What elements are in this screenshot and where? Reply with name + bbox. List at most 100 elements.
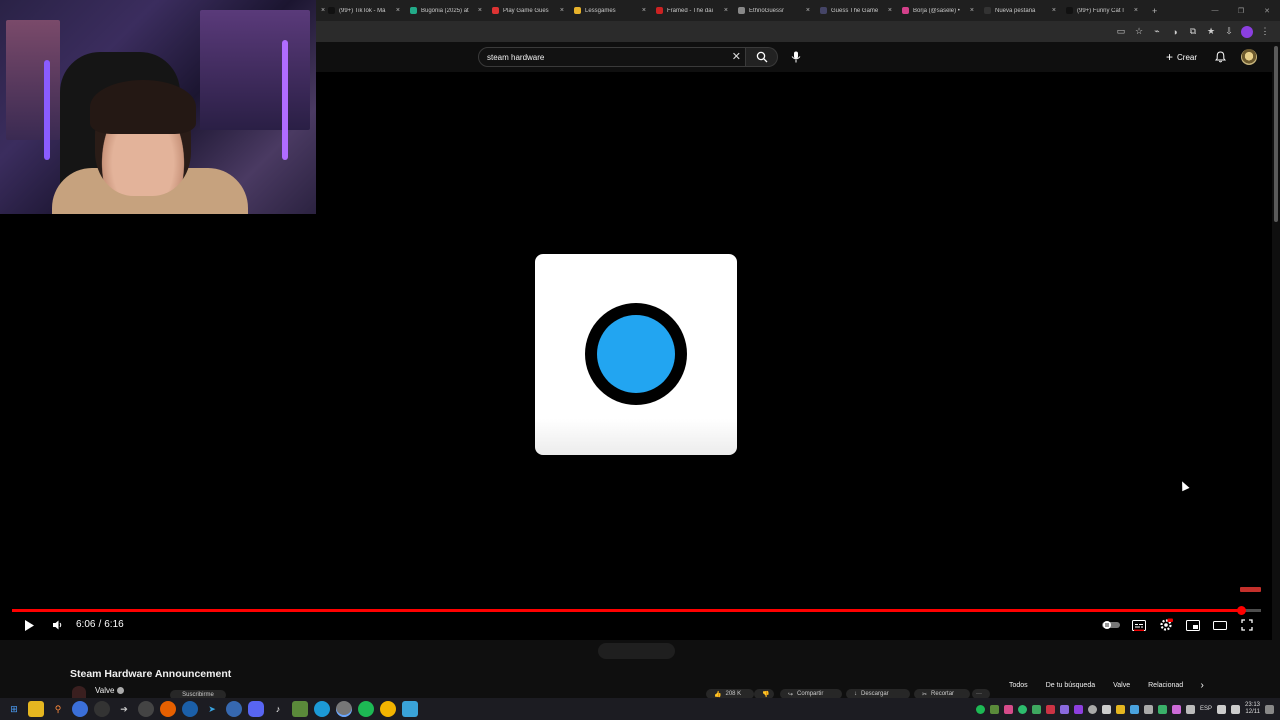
obs-icon[interactable] [138,701,154,717]
autoplay-toggle[interactable] [1100,616,1122,634]
tray-app-icon[interactable] [1003,704,1013,714]
wifi-icon[interactable] [1216,704,1226,714]
tray-app-icon[interactable] [1073,704,1083,714]
search-app-icon[interactable]: ⚲ [50,701,66,717]
puzzle-icon[interactable]: ⧉ [1186,25,1200,39]
tiktok-icon[interactable]: ♪ [270,701,286,717]
tab-close-icon[interactable]: × [888,7,892,14]
browser-tab[interactable]: Guess The Game × [816,0,898,21]
chrome-icon[interactable] [336,701,352,717]
browser-tab[interactable]: (99+) TikTok - Ma × [324,0,406,21]
cast-icon[interactable]: ▭ [1114,25,1128,39]
close-window-icon[interactable]: ✕ [1254,7,1280,15]
minecraft-icon[interactable] [292,701,308,717]
browser-tab[interactable]: Play Game Gues × [488,0,570,21]
notifications-tray-icon[interactable] [1265,704,1274,714]
search-button[interactable] [746,47,778,67]
file-explorer-icon[interactable] [28,701,44,717]
chevron-right-icon[interactable]: › [1195,678,1209,692]
bookmark-icon[interactable]: ★ [1204,25,1218,39]
miniplayer-button[interactable] [1184,616,1202,634]
tab-close-icon[interactable]: × [642,7,646,14]
taskbar-clock[interactable]: 23:13 12/11 [1245,702,1260,716]
tray-app-icon[interactable] [1157,704,1167,714]
browser-tab[interactable]: Framed - The dai × [652,0,734,21]
chrome-alt-icon[interactable] [380,701,396,717]
arrow-app-icon[interactable]: ➔ [116,701,132,717]
tab-close-icon[interactable]: × [560,7,564,14]
tab-close-icon[interactable]: × [1134,7,1138,14]
browser-tab[interactable]: Bugonia (2025) at × [406,0,488,21]
tab-close-icon[interactable]: × [724,7,728,14]
tray-app-icon[interactable] [1129,704,1139,714]
minimize-icon[interactable]: — [1202,7,1228,14]
tab-close-icon[interactable]: × [806,7,810,14]
tray-app-icon[interactable] [1115,704,1125,714]
link-icon[interactable]: ⌁ [1150,25,1164,39]
discord-icon[interactable] [248,701,264,717]
tab-close-icon[interactable]: × [396,7,400,14]
vpn-app-icon[interactable] [72,701,88,717]
mute-button[interactable] [49,616,67,634]
new-tab-button[interactable]: + [1152,6,1157,16]
tray-spotify-icon[interactable] [975,704,985,714]
tray-app-icon[interactable] [1171,704,1181,714]
tray-app-icon[interactable] [1059,704,1069,714]
search-input[interactable]: steam hardware ✕ [478,47,746,67]
browser-tab[interactable]: EthnoGuessr × [734,0,816,21]
tab-close-icon[interactable]: × [478,7,482,14]
account-avatar[interactable] [1241,49,1257,65]
browser-tab[interactable]: Nueva pestaña × [980,0,1062,21]
play-button[interactable] [20,616,38,634]
clear-search-icon[interactable]: ✕ [732,50,741,63]
edge-icon[interactable] [314,701,330,717]
logo-ring [585,303,687,405]
volume-tray-icon[interactable] [1230,704,1240,714]
scrollbar-thumb[interactable] [1274,46,1278,222]
maximize-icon[interactable]: ❐ [1228,7,1254,15]
steam-icon[interactable] [182,701,198,717]
chip-relacionados[interactable]: Relacionad [1142,678,1189,693]
firefox-icon[interactable] [160,701,176,717]
profile-icon[interactable] [1240,25,1254,39]
channel-avatar[interactable] [72,686,86,698]
browser-tab[interactable]: (99+) Funny Cat I × [1062,0,1144,21]
tray-app-icon[interactable] [989,704,999,714]
tray-app-icon[interactable] [1017,704,1027,714]
telegram-icon[interactable]: ➤ [204,701,220,717]
tray-app-icon[interactable] [1087,704,1097,714]
voice-search-button[interactable] [786,47,806,67]
theater-mode-button[interactable] [1211,616,1229,634]
tray-app-icon[interactable] [1031,704,1041,714]
tray-app-icon[interactable] [1143,704,1153,714]
menu-icon[interactable]: ⋮ [1258,25,1272,39]
notepad-icon[interactable] [402,701,418,717]
tray-app-icon[interactable] [1185,704,1195,714]
bluetooth-app-icon[interactable] [226,701,242,717]
channel-name[interactable]: Valve [95,686,125,695]
create-button[interactable]: + Crear [1166,49,1197,65]
browser-tab[interactable]: Borja (@sasele) • × [898,0,980,21]
tab-close-icon[interactable]: × [1052,7,1056,14]
subtitles-button[interactable] [1130,616,1148,634]
like-count: 208 K [725,691,742,697]
star-icon[interactable]: ☆ [1132,25,1146,39]
windows-start-icon[interactable]: ⊞ [6,701,22,717]
download-icon[interactable]: ⇩ [1222,25,1236,39]
tab-close-icon[interactable]: × [970,7,974,14]
chip-de-tu-busqueda[interactable]: De tu búsqueda [1040,678,1101,693]
page-scrollbar[interactable] [1272,42,1280,698]
notifications-button[interactable] [1212,49,1228,65]
app-icon[interactable] [94,701,110,717]
tray-app-icon[interactable] [1101,704,1111,714]
progress-bar[interactable] [12,606,1261,615]
language-indicator[interactable]: ESP [1200,706,1212,712]
tray-app-icon[interactable] [1045,704,1055,714]
settings-button[interactable] [1157,616,1175,634]
chip-valve[interactable]: Valve [1107,678,1136,693]
browser-tab[interactable]: Lessgames × [570,0,652,21]
spotify-icon[interactable] [358,701,374,717]
fullscreen-button[interactable] [1238,616,1256,634]
extensions-icon[interactable]: ◑ [1168,25,1182,39]
chip-todos[interactable]: Todos [1003,678,1034,693]
